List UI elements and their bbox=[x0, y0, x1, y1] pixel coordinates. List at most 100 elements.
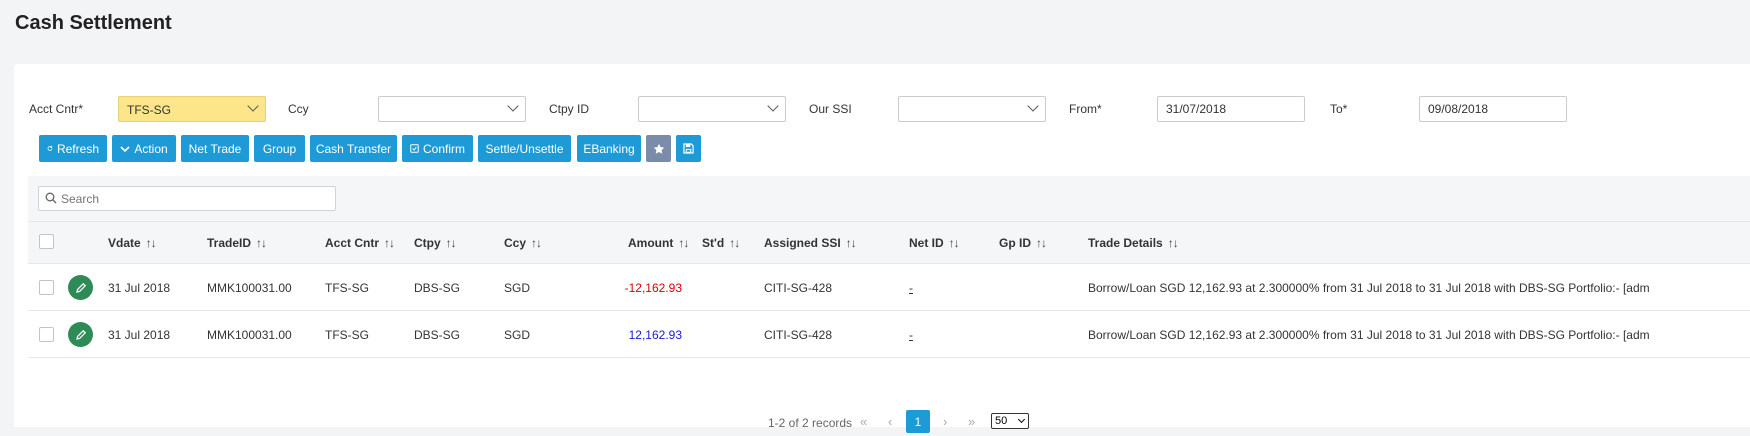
sort-icon: ↑↓ bbox=[256, 236, 267, 250]
row-checkbox[interactable] bbox=[39, 280, 54, 295]
ccy-label: Ccy bbox=[288, 102, 309, 116]
search-icon bbox=[45, 192, 57, 204]
confirm-label: Confirm bbox=[422, 141, 465, 156]
cell-ctpy: DBS-SG bbox=[414, 328, 461, 342]
net-id-link[interactable]: - bbox=[909, 328, 913, 342]
chevron-down-icon bbox=[1017, 415, 1026, 424]
col-header-assigned-ssi[interactable]: Assigned SSI ↑↓ bbox=[764, 236, 857, 250]
confirm-button[interactable]: Confirm bbox=[402, 135, 473, 162]
cell-ccy: SGD bbox=[504, 328, 531, 342]
cell-ctpy: DBS-SG bbox=[414, 281, 461, 295]
action-button[interactable]: Action bbox=[112, 135, 176, 162]
col-header-stld[interactable]: St'd ↑↓ bbox=[702, 236, 740, 250]
grid-search-bar bbox=[28, 176, 1750, 222]
sort-icon: ↑↓ bbox=[1036, 236, 1047, 250]
table-header: Vdate ↑↓ TradeID ↑↓ Acct Cntr ↑↓ Ctpy ↑↓ Ccy… bbox=[28, 222, 1750, 264]
star-icon bbox=[653, 143, 664, 154]
col-label: Gp ID bbox=[999, 236, 1031, 250]
from-date-input[interactable] bbox=[1157, 96, 1305, 122]
ccy-select[interactable] bbox=[378, 96, 526, 122]
record-count: 1-2 of 2 records bbox=[768, 416, 853, 430]
edit-button[interactable] bbox=[68, 322, 93, 347]
cell-trade-details: Borrow/Loan SGD 12,162.93 at 2.300000% f… bbox=[1088, 281, 1650, 295]
page-size-value: 50 bbox=[995, 415, 1008, 427]
action-label: Action bbox=[134, 141, 168, 156]
col-label: Trade Details bbox=[1088, 236, 1163, 250]
net-trade-button[interactable]: Net Trade bbox=[181, 135, 249, 162]
to-date-input[interactable] bbox=[1419, 96, 1567, 122]
table-row: 31 Jul 2018 MMK100031.00 TFS-SG DBS-SG S… bbox=[28, 311, 1750, 358]
cell-amount: 12,162.93 bbox=[628, 328, 682, 342]
search-input[interactable] bbox=[59, 187, 329, 210]
col-header-vdate[interactable]: Vdate ↑↓ bbox=[108, 236, 157, 250]
col-label: Ctpy bbox=[414, 236, 441, 250]
cell-tradeid: MMK100031.00 bbox=[207, 328, 292, 342]
col-label: St'd bbox=[702, 236, 725, 250]
cell-trade-details: Borrow/Loan SGD 12,162.93 at 2.300000% f… bbox=[1088, 328, 1650, 342]
acct-cntr-label: Acct Cntr* bbox=[29, 102, 84, 116]
search-box bbox=[38, 186, 336, 211]
sort-icon: ↑↓ bbox=[384, 236, 395, 250]
ebanking-button[interactable]: EBanking bbox=[577, 135, 641, 162]
cell-acct-cntr: TFS-SG bbox=[325, 281, 369, 295]
select-all-checkbox[interactable] bbox=[39, 234, 54, 249]
our-ssi-label: Our SSI bbox=[809, 102, 852, 116]
refresh-icon bbox=[47, 145, 53, 151]
cell-acct-cntr: TFS-SG bbox=[325, 328, 369, 342]
col-label: TradeID bbox=[207, 236, 252, 250]
cell-vdate: 31 Jul 2018 bbox=[108, 281, 171, 295]
favorite-button[interactable] bbox=[646, 135, 671, 162]
save-icon bbox=[683, 143, 694, 154]
net-id-link[interactable]: - bbox=[909, 281, 913, 295]
col-header-ctpy[interactable]: Ctpy ↑↓ bbox=[414, 236, 457, 250]
sort-icon: ↑↓ bbox=[845, 236, 857, 250]
acct-cntr-select[interactable]: TFS-SG bbox=[118, 96, 266, 122]
sort-icon: ↑↓ bbox=[678, 236, 689, 250]
col-header-net-id[interactable]: Net ID ↑↓ bbox=[909, 236, 960, 250]
refresh-button[interactable]: Refresh bbox=[39, 135, 107, 162]
settlement-grid: Vdate ↑↓ TradeID ↑↓ Acct Cntr ↑↓ Ctpy ↑↓ Ccy… bbox=[28, 176, 1750, 433]
page-1-button[interactable]: 1 bbox=[906, 410, 930, 433]
to-label: To* bbox=[1330, 102, 1348, 116]
cell-ccy: SGD bbox=[504, 281, 531, 295]
sort-icon: ↑↓ bbox=[1167, 236, 1179, 250]
col-header-gp-id[interactable]: Gp ID ↑↓ bbox=[999, 236, 1047, 250]
table-row: 31 Jul 2018 MMK100031.00 TFS-SG DBS-SG S… bbox=[28, 264, 1750, 311]
save-button[interactable] bbox=[676, 135, 701, 162]
cash-transfer-button[interactable]: Cash Transfer bbox=[310, 135, 397, 162]
ctpy-id-select[interactable] bbox=[638, 96, 786, 122]
cell-tradeid: MMK100031.00 bbox=[207, 281, 292, 295]
filter-bar: Acct Cntr* TFS-SG Ccy Ctpy ID Our SSI Fr… bbox=[14, 96, 1750, 122]
row-checkbox[interactable] bbox=[39, 327, 54, 342]
chevron-down-icon bbox=[247, 100, 259, 112]
pencil-icon bbox=[75, 329, 86, 340]
cell-assigned-ssi: CITI-SG-428 bbox=[764, 281, 833, 295]
sort-icon: ↑↓ bbox=[948, 236, 960, 250]
refresh-label: Refresh bbox=[56, 141, 99, 156]
col-label: Net ID bbox=[909, 236, 944, 250]
acct-cntr-value: TFS-SG bbox=[127, 103, 171, 117]
col-header-ccy[interactable]: Ccy ↑↓ bbox=[504, 236, 542, 250]
sort-icon: ↑↓ bbox=[145, 236, 157, 250]
col-header-amount[interactable]: Amount ↑↓ bbox=[628, 236, 689, 250]
col-header-trade-details[interactable]: Trade Details ↑↓ bbox=[1088, 236, 1179, 250]
col-header-acct-cntr[interactable]: Acct Cntr ↑↓ bbox=[325, 236, 395, 250]
main-panel: Acct Cntr* TFS-SG Ccy Ctpy ID Our SSI Fr… bbox=[14, 64, 1750, 433]
cell-vdate: 31 Jul 2018 bbox=[108, 328, 171, 342]
col-label: Amount bbox=[628, 236, 674, 250]
col-label: Assigned SSI bbox=[764, 236, 841, 250]
checkbox-icon bbox=[410, 144, 419, 153]
col-label: Vdate bbox=[108, 236, 141, 250]
our-ssi-select[interactable] bbox=[898, 96, 1046, 122]
col-label: Ccy bbox=[504, 236, 527, 250]
chevron-down-icon bbox=[767, 100, 779, 112]
ctpy-id-label: Ctpy ID bbox=[549, 102, 590, 116]
sort-icon: ↑↓ bbox=[445, 236, 457, 250]
col-header-tradeid[interactable]: TradeID ↑↓ bbox=[207, 236, 267, 250]
page-title: Cash Settlement bbox=[15, 12, 172, 34]
col-label: Acct Cntr bbox=[325, 236, 380, 250]
cell-assigned-ssi: CITI-SG-428 bbox=[764, 328, 833, 342]
settle-unsettle-button[interactable]: Settle/Unsettle bbox=[478, 135, 571, 162]
edit-button[interactable] bbox=[68, 275, 93, 300]
group-button[interactable]: Group bbox=[254, 135, 305, 162]
